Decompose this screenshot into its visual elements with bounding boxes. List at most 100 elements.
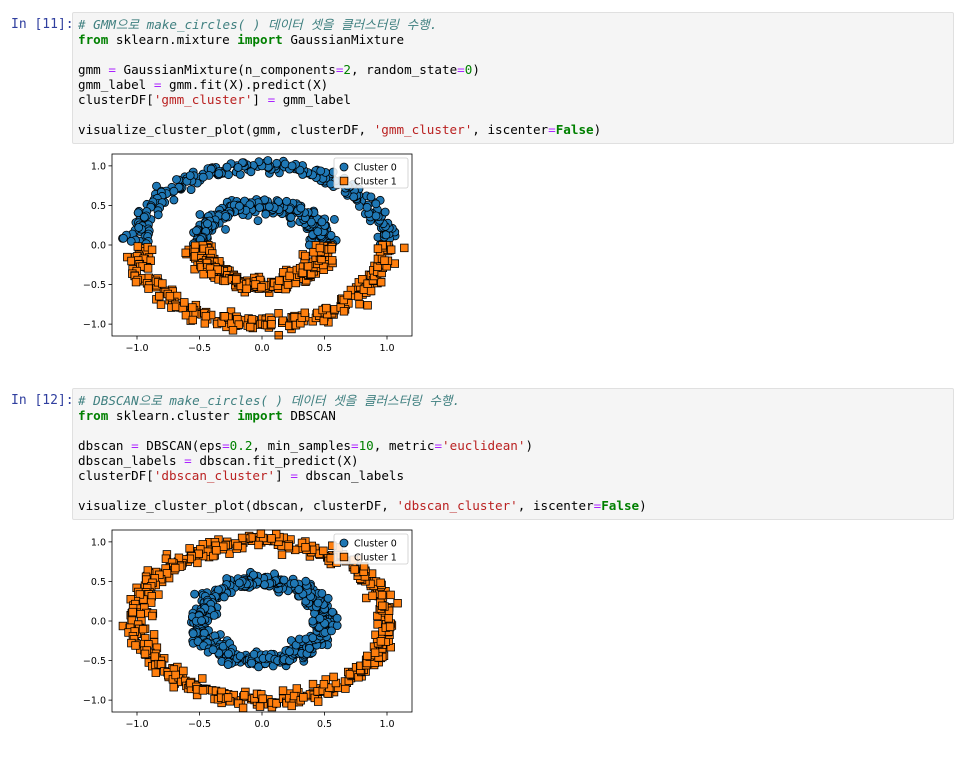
code-token: # DBSCAN으로 make_circles( ) 데이터 셋을 클러스터링 … xyxy=(78,393,461,408)
point-cluster-1 xyxy=(326,553,335,563)
point-cluster-1 xyxy=(284,541,293,551)
code-token: ) xyxy=(525,438,534,453)
point-cluster-1 xyxy=(275,276,284,285)
point-cluster-1 xyxy=(368,591,377,600)
point-cluster-0 xyxy=(153,210,163,220)
point-cluster-1 xyxy=(315,243,325,253)
point-cluster-1 xyxy=(131,277,141,287)
point-cluster-1 xyxy=(373,244,383,253)
point-cluster-1 xyxy=(377,590,387,600)
point-cluster-1 xyxy=(370,648,380,657)
point-cluster-1 xyxy=(149,630,159,639)
point-cluster-0 xyxy=(315,614,325,623)
code-token: ) xyxy=(593,122,602,137)
point-cluster-1 xyxy=(138,625,148,634)
point-cluster-1 xyxy=(242,284,251,293)
x-tick-label: 0.0 xyxy=(254,343,269,354)
point-cluster-1 xyxy=(267,319,276,329)
x-tick-label: 0.0 xyxy=(254,719,269,730)
point-cluster-0 xyxy=(192,226,201,236)
point-cluster-1 xyxy=(133,242,142,251)
code-token: = xyxy=(184,453,192,468)
point-cluster-0 xyxy=(119,233,128,243)
point-cluster-1 xyxy=(194,549,203,558)
point-cluster-0 xyxy=(296,203,306,213)
point-cluster-0 xyxy=(198,172,208,182)
y-tick-label: −0.5 xyxy=(83,656,106,667)
code-line: from sklearn.cluster import DBSCAN xyxy=(78,408,948,423)
code-token: gmm_label xyxy=(275,92,351,107)
point-cluster-1 xyxy=(327,256,337,265)
point-cluster-1 xyxy=(220,276,230,286)
cell-prompt: In [11]: xyxy=(11,17,74,32)
point-cluster-1 xyxy=(165,291,175,301)
code-token: False xyxy=(601,498,640,513)
point-cluster-1 xyxy=(256,529,266,538)
point-cluster-1 xyxy=(171,563,180,573)
point-cluster-1 xyxy=(390,259,399,268)
point-cluster-1 xyxy=(319,679,329,689)
legend-marker-cluster-1 xyxy=(339,176,349,186)
code-token: dbscan_labels xyxy=(297,468,405,483)
point-cluster-1 xyxy=(378,601,387,610)
point-cluster-1 xyxy=(148,611,157,621)
point-cluster-1 xyxy=(376,637,386,646)
code-token: = xyxy=(222,438,230,453)
point-cluster-0 xyxy=(304,643,314,653)
point-cluster-1 xyxy=(179,666,188,676)
point-cluster-1 xyxy=(319,546,328,555)
point-cluster-0 xyxy=(209,611,219,620)
code-input-area[interactable]: # DBSCAN으로 make_circles( ) 데이터 셋을 클러스터링 … xyxy=(72,388,954,520)
point-cluster-1 xyxy=(329,672,338,682)
code-token: from xyxy=(78,32,109,47)
point-cluster-1 xyxy=(228,326,238,335)
code-token: gmm xyxy=(78,62,109,77)
point-cluster-0 xyxy=(285,647,294,656)
code-token: = xyxy=(457,62,465,77)
point-cluster-0 xyxy=(362,202,372,212)
code-token: False xyxy=(555,122,594,137)
point-cluster-1 xyxy=(257,283,266,292)
x-tick-label: −0.5 xyxy=(188,343,211,354)
point-cluster-1 xyxy=(188,303,197,312)
point-cluster-1 xyxy=(319,316,328,326)
code-input-area[interactable]: # GMM으로 make_circles( ) 데이터 셋을 클러스터링 수행.… xyxy=(72,12,954,144)
y-tick-label: −1.0 xyxy=(83,320,106,331)
point-cluster-1 xyxy=(341,684,350,693)
code-token: import xyxy=(237,32,283,47)
point-cluster-1 xyxy=(301,543,310,552)
point-cluster-1 xyxy=(232,275,241,284)
point-cluster-1 xyxy=(128,607,137,617)
legend: Cluster 0 Cluster 1 xyxy=(333,533,409,565)
code-token: 'dbscan_cluster' xyxy=(153,468,276,483)
point-cluster-1 xyxy=(384,614,393,623)
point-cluster-1 xyxy=(308,679,318,689)
point-cluster-1 xyxy=(303,262,313,271)
code-token: from xyxy=(78,408,109,423)
point-cluster-1 xyxy=(155,291,164,301)
point-cluster-0 xyxy=(289,579,299,588)
code-token: 'gmm_cluster' xyxy=(373,122,473,137)
point-cluster-0 xyxy=(197,616,206,626)
code-token: DBSCAN(eps xyxy=(138,438,223,453)
x-tick-label: −1.0 xyxy=(125,343,148,354)
point-cluster-1 xyxy=(136,610,145,619)
code-token: GaussianMixture(n_components xyxy=(115,62,336,77)
point-cluster-0 xyxy=(313,227,323,236)
code-line: # DBSCAN으로 make_circles( ) 데이터 셋을 클러스터링 … xyxy=(78,393,948,408)
point-cluster-0 xyxy=(380,207,390,217)
legend-label: Cluster 1 xyxy=(354,553,397,564)
cell-prompt: In [12]: xyxy=(11,393,74,408)
y-tick-label: 1.0 xyxy=(91,161,106,172)
code-line: visualize_cluster_plot(dbscan, clusterDF… xyxy=(78,498,948,513)
code-token: , random_state xyxy=(351,62,458,77)
point-cluster-1 xyxy=(219,542,228,551)
point-cluster-0 xyxy=(222,162,232,172)
point-cluster-1 xyxy=(301,251,310,261)
code-token: = xyxy=(434,438,443,453)
point-cluster-0 xyxy=(185,171,195,181)
point-cluster-0 xyxy=(221,225,230,234)
code-token: # GMM으로 make_circles( ) 데이터 셋을 클러스터링 수행. xyxy=(78,17,438,32)
x-tick-label: 1.0 xyxy=(379,343,394,354)
point-cluster-1 xyxy=(400,243,409,253)
